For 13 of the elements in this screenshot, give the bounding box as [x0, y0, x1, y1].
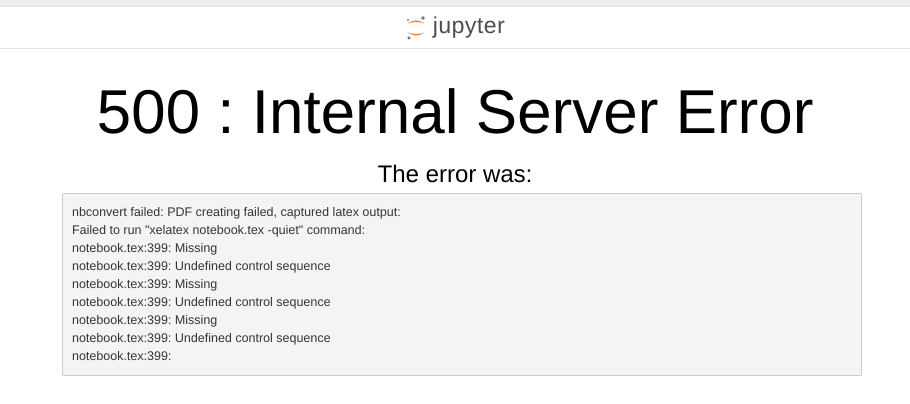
error-output-line: nbconvert failed: PDF creating failed, captured latex output: — [72, 204, 402, 221]
error-output-line: notebook.tex:399: Missing — [72, 240, 218, 257]
error-output-line: notebook.tex:399: Undefined control sequence — [72, 258, 332, 275]
logo-icon — [404, 14, 427, 40]
error-title: 500 : Internal Server Error — [96, 79, 814, 147]
error-output-line: notebook.tex:399: Undefined control sequence — [72, 330, 332, 347]
logo-text: jupyter — [432, 12, 506, 39]
error-output-line: notebook.tex:399: Undefined control sequence — [72, 294, 332, 311]
error-subtitle: The error was: — [376, 161, 534, 189]
error-output-line: notebook.tex:399: Missing — [72, 312, 218, 329]
error-output-line: Failed to run "xelatex notebook.tex -quiet" command: — [72, 222, 366, 239]
error-output-line: notebook.tex:399: — [72, 348, 172, 365]
error-output-line: notebook.tex:399: Missing — [72, 276, 218, 293]
